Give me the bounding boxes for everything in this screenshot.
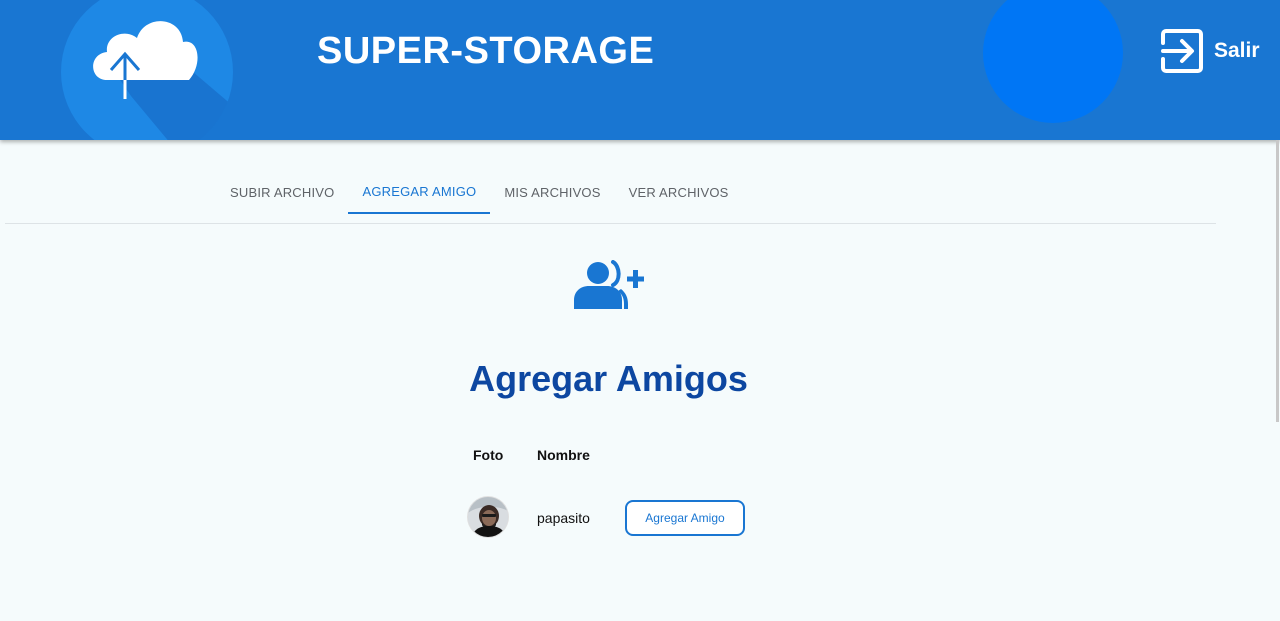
column-header-foto: Foto	[473, 447, 504, 463]
app-header: SUPER-STORAGE Salir	[0, 0, 1280, 140]
add-friend-icon	[573, 260, 647, 315]
page-heading: Agregar Amigos	[469, 358, 748, 399]
decorative-circle	[983, 0, 1123, 123]
app-title: SUPER-STORAGE	[317, 30, 655, 72]
logout-button[interactable]: Salir	[1158, 26, 1260, 76]
tab-agregar-amigo[interactable]: AGREGAR AMIGO	[348, 170, 491, 214]
tabs-divider	[5, 223, 1216, 224]
add-friend-button[interactable]: Agregar Amigo	[625, 500, 745, 536]
column-header-nombre: Nombre	[537, 447, 590, 463]
tab-subir-archivo[interactable]: SUBIR ARCHIVO	[216, 170, 348, 214]
tab-bar: SUBIR ARCHIVO AGREGAR AMIGO MIS ARCHIVOS…	[216, 170, 743, 214]
avatar	[468, 497, 508, 537]
cloud-upload-icon	[93, 21, 233, 140]
logout-label: Salir	[1214, 39, 1260, 62]
exit-icon	[1161, 29, 1203, 73]
tab-ver-archivos[interactable]: VER ARCHIVOS	[615, 170, 743, 214]
friend-name: papasito	[537, 510, 590, 526]
vertical-scrollbar[interactable]	[1276, 140, 1279, 422]
tab-mis-archivos[interactable]: MIS ARCHIVOS	[490, 170, 614, 214]
app-logo	[61, 0, 233, 140]
